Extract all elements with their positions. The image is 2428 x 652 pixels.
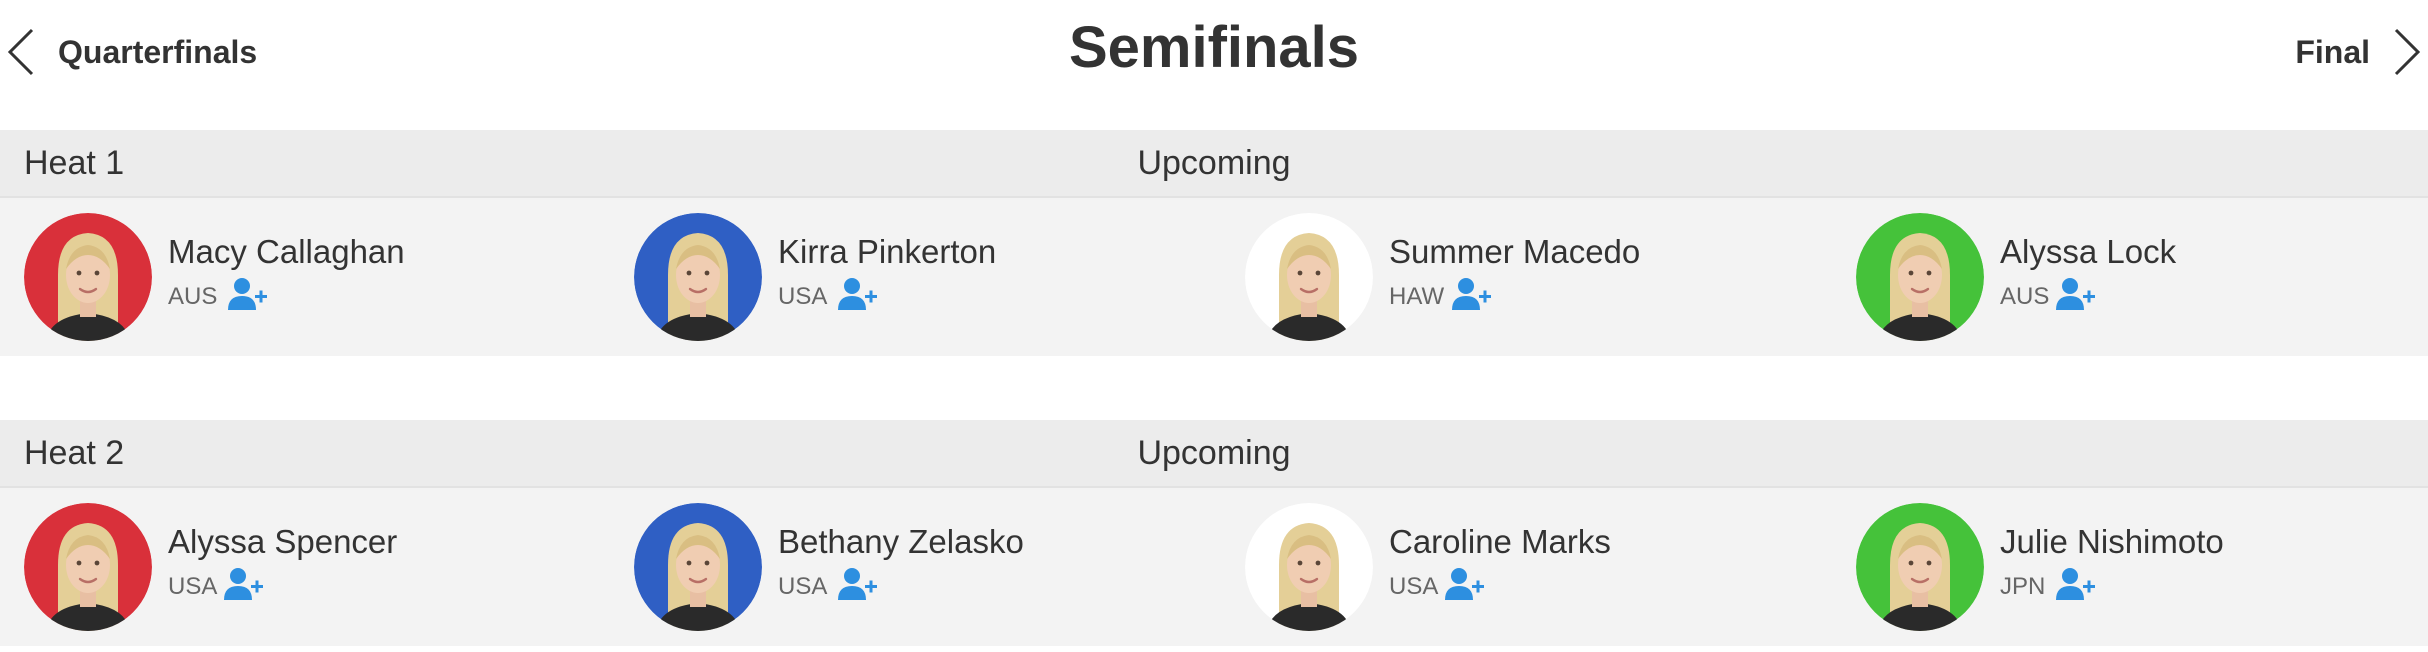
athlete-avatar[interactable] — [1245, 503, 1373, 631]
athlete-name[interactable]: Macy Callaghan — [168, 233, 405, 271]
athlete-avatar[interactable] — [1856, 503, 1984, 631]
athlete-name[interactable]: Summer Macedo — [1389, 233, 1640, 271]
athlete-card[interactable]: Alyssa Lock AUS — [1856, 213, 2428, 343]
athlete-country: USA — [168, 573, 218, 600]
add-user-icon[interactable] — [224, 566, 264, 602]
add-user-icon[interactable] — [838, 276, 878, 312]
athlete-name[interactable]: Kirra Pinkerton — [778, 233, 996, 271]
athlete-country: USA — [1389, 573, 1439, 600]
athlete-name[interactable]: Caroline Marks — [1389, 523, 1611, 561]
athlete-name[interactable]: Alyssa Lock — [2000, 233, 2176, 271]
athlete-card[interactable]: Macy Callaghan AUS — [24, 213, 634, 343]
add-user-icon[interactable] — [228, 276, 268, 312]
heat-1: Heat 1 Upcoming Macy Callaghan AUS Kirra… — [0, 130, 2428, 356]
add-user-icon[interactable] — [2056, 566, 2096, 602]
athlete-country: USA — [778, 573, 828, 600]
athlete-name[interactable]: Alyssa Spencer — [168, 523, 397, 561]
athlete-avatar[interactable] — [634, 503, 762, 631]
athlete-avatar[interactable] — [1856, 213, 1984, 341]
athlete-country: AUS — [168, 283, 218, 310]
heat-status: Upcoming — [1137, 434, 1291, 472]
athlete-name[interactable]: Bethany Zelasko — [778, 523, 1024, 561]
athlete-card[interactable]: Bethany Zelasko USA — [634, 503, 1244, 633]
next-round-label[interactable]: Final — [2295, 34, 2370, 71]
athlete-avatar[interactable] — [634, 213, 762, 341]
add-user-icon[interactable] — [838, 566, 878, 602]
athlete-name[interactable]: Julie Nishimoto — [2000, 523, 2224, 561]
athlete-card[interactable]: Kirra Pinkerton USA — [634, 213, 1244, 343]
athlete-country: HAW — [1389, 283, 1445, 310]
athlete-country: JPN — [2000, 573, 2046, 600]
add-user-icon[interactable] — [1445, 566, 1485, 602]
chevron-right-icon[interactable] — [2388, 26, 2424, 78]
round-navigation: Quarterfinals Semifinals Final — [0, 0, 2428, 130]
athlete-card[interactable]: Summer Macedo HAW — [1245, 213, 1855, 343]
athlete-card[interactable]: Caroline Marks USA — [1245, 503, 1855, 633]
heat-header: Heat 2 Upcoming — [0, 420, 2428, 488]
heat-2: Heat 2 Upcoming Alyssa Spencer USA Betha… — [0, 420, 2428, 646]
athlete-card[interactable]: Alyssa Spencer USA — [24, 503, 634, 633]
page-title: Semifinals — [1068, 15, 1360, 80]
athlete-country: USA — [778, 283, 828, 310]
heat-athletes-row: Macy Callaghan AUS Kirra Pinkerton USA S… — [0, 198, 2428, 356]
add-user-icon[interactable] — [2056, 276, 2096, 312]
add-user-icon[interactable] — [1452, 276, 1492, 312]
next-round-link[interactable]: Final — [2295, 26, 2428, 78]
athlete-avatar[interactable] — [24, 503, 152, 631]
athlete-country: AUS — [2000, 283, 2050, 310]
athlete-card[interactable]: Julie Nishimoto JPN — [1856, 503, 2428, 633]
athlete-avatar[interactable] — [1245, 213, 1373, 341]
heat-header: Heat 1 Upcoming — [0, 130, 2428, 198]
heat-status: Upcoming — [1137, 144, 1291, 182]
heat-athletes-row: Alyssa Spencer USA Bethany Zelasko USA C… — [0, 488, 2428, 646]
athlete-avatar[interactable] — [24, 213, 152, 341]
